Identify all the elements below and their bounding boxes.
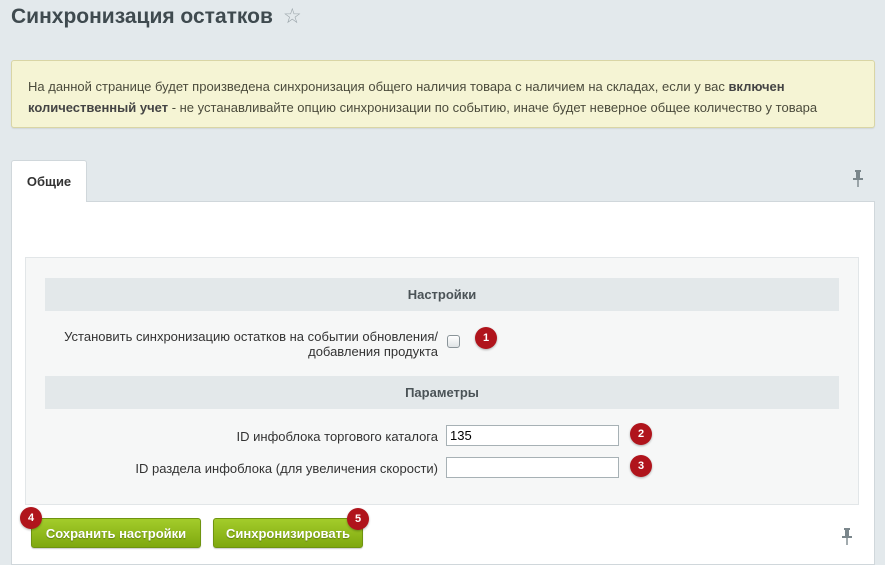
pin-icon-bottom-svg: [842, 528, 852, 545]
section-id-label: ID раздела инфоблока (для увеличения ско…: [135, 461, 438, 476]
star-icon[interactable]: ☆: [283, 4, 302, 29]
notice-text-before: На данной странице будет произведена син…: [28, 79, 729, 94]
sync-event-checkbox[interactable]: [447, 335, 460, 348]
tab-general[interactable]: Общие: [11, 160, 87, 202]
pin-icon-bottom[interactable]: [841, 528, 853, 551]
settings-form: Настройки Установить синхронизацию остат…: [25, 257, 859, 505]
tab-content-panel: Настройки Установить синхронизацию остат…: [11, 202, 875, 565]
annotation-badge-5: 5: [347, 508, 369, 530]
section-header-params: Параметры: [45, 376, 839, 409]
annotation-badge-1: 1: [475, 327, 497, 349]
tab-bar: [11, 160, 875, 202]
iblock-id-input[interactable]: [446, 425, 619, 446]
iblock-id-label: ID инфоблока торгового каталога: [236, 429, 438, 444]
page-title-row: Синхронизация остатков ☆: [11, 4, 302, 29]
annotation-badge-3: 3: [630, 455, 652, 477]
section-id-input[interactable]: [446, 457, 619, 478]
pin-icon-svg: [853, 170, 863, 187]
notice-text-after: - не устанавливайте опцию синхронизации …: [168, 100, 818, 115]
synchronize-button[interactable]: Синхронизировать: [213, 518, 363, 548]
sync-event-label: Установить синхронизацию остатков на соб…: [46, 329, 438, 359]
section-header-settings: Настройки: [45, 278, 839, 311]
pin-icon[interactable]: [852, 170, 864, 193]
annotation-badge-2: 2: [630, 423, 652, 445]
info-notice: На данной странице будет произведена син…: [11, 60, 875, 128]
sync-event-label-line1: Установить синхронизацию остатков на соб…: [64, 329, 438, 344]
save-settings-button[interactable]: Сохранить настройки: [31, 518, 201, 548]
page-title: Синхронизация остатков: [11, 4, 273, 28]
sync-event-label-line2: добавления продукта: [308, 344, 438, 359]
annotation-badge-4: 4: [20, 507, 42, 529]
